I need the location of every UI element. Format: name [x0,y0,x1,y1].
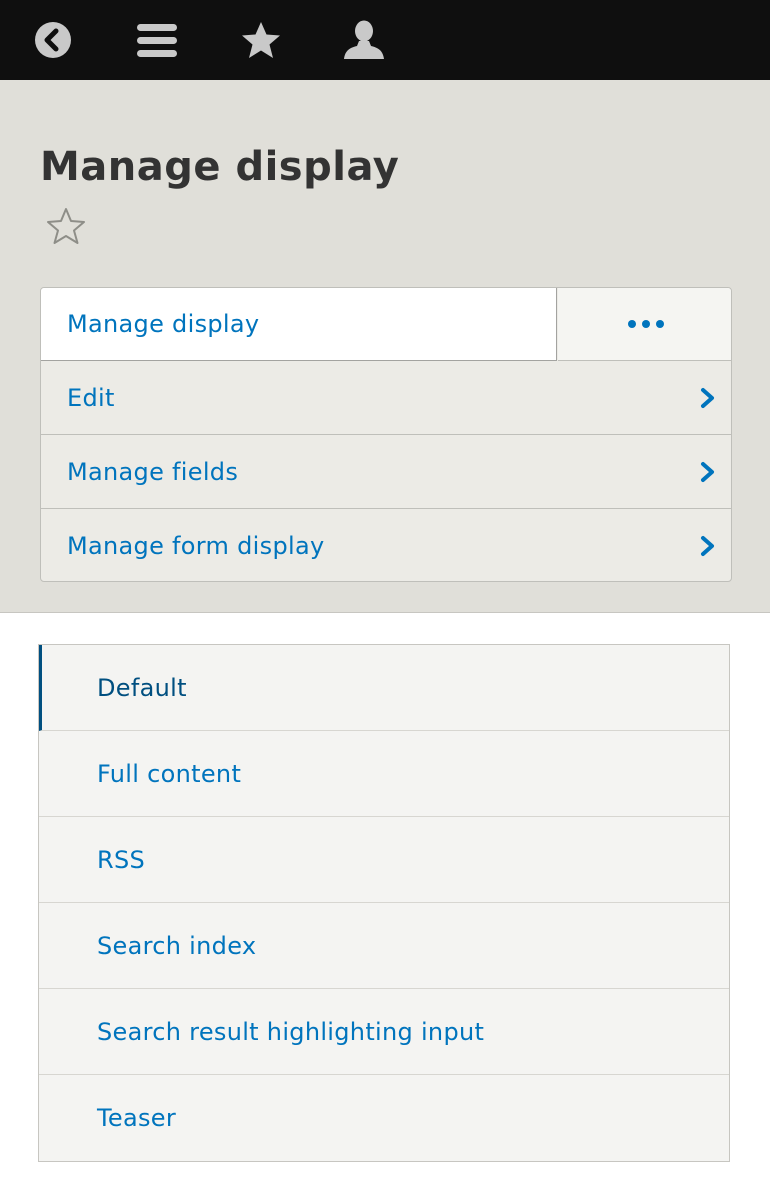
tab-manage-display[interactable]: Manage display [41,288,557,361]
view-mode-tabs: Default Full content RSS Search index Se… [38,644,730,1162]
view-mode-search-result-highlighting-input[interactable]: Search result highlighting input [39,989,729,1075]
tab-label: Manage display [67,310,260,338]
more-tabs-button[interactable] [558,288,731,361]
tab-label: Edit [67,383,115,412]
shortcuts-button[interactable] [235,14,287,66]
tab-label: Manage form display [67,532,325,560]
view-mode-label: Search result highlighting input [97,1017,485,1046]
page-title: Manage display [40,144,400,190]
view-mode-full-content[interactable]: Full content [39,731,729,817]
user-button[interactable] [338,14,390,66]
view-mode-label: Default [97,673,187,702]
chevron-right-icon [701,388,714,408]
tab-manage-fields[interactable]: Manage fields [41,435,731,509]
add-to-shortcuts-button[interactable] [46,206,86,246]
view-mode-default[interactable]: Default [39,645,729,731]
menu-icon [137,24,177,57]
view-mode-rss[interactable]: RSS [39,817,729,903]
more-icon [625,320,667,328]
tab-manage-form-display[interactable]: Manage form display [41,509,731,581]
view-mode-label: Teaser [97,1104,176,1132]
view-mode-label: RSS [97,845,146,874]
tab-label: Manage fields [67,457,239,486]
view-mode-label: Full content [97,759,242,788]
view-mode-search-index[interactable]: Search index [39,903,729,989]
chevron-right-icon [701,536,714,556]
back-icon [35,22,71,58]
manage-menu-button[interactable] [131,14,183,66]
page-header: Manage display Manage display Edit Manag… [0,80,770,613]
local-tasks: Manage display Edit Manage fields Manage… [40,287,732,582]
view-mode-label: Search index [97,931,257,960]
chevron-right-icon [701,462,714,482]
back-button[interactable] [27,14,79,66]
star-outline-icon [47,208,85,244]
admin-toolbar [0,0,770,80]
user-icon [344,20,384,59]
view-mode-teaser[interactable]: Teaser [39,1075,729,1161]
star-icon [242,22,280,58]
tab-edit[interactable]: Edit [41,361,731,435]
